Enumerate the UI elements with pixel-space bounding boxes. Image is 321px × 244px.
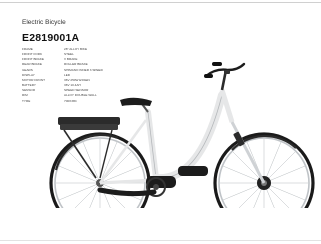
top-divider <box>0 2 321 3</box>
bike-frame <box>97 91 226 197</box>
product-model-number: E2819001A <box>22 32 80 44</box>
product-category: Electric Bicycle <box>22 19 66 26</box>
electric-bicycle-image <box>49 62 315 208</box>
handlebar <box>204 62 246 91</box>
bottom-divider <box>0 240 321 241</box>
rear-wheel <box>49 132 151 208</box>
saddle <box>120 97 152 113</box>
front-wheel <box>213 132 315 208</box>
